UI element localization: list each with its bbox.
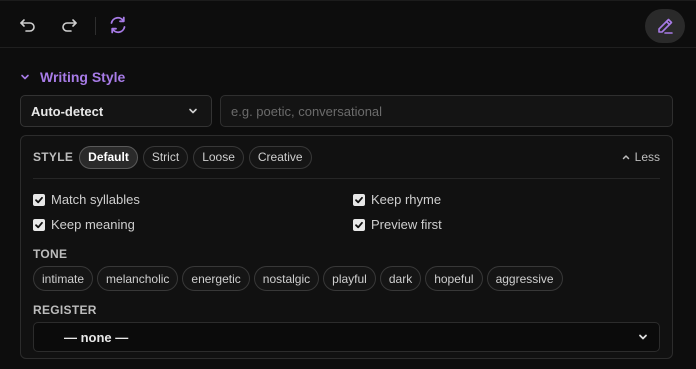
tone-melancholic[interactable]: melancholic <box>97 266 179 291</box>
edit-button[interactable] <box>645 9 685 43</box>
tone-label: TONE <box>33 247 68 261</box>
checkbox-keep-meaning[interactable]: Keep meaning <box>33 217 135 232</box>
register-select[interactable]: — none — <box>33 322 660 352</box>
redo-button[interactable] <box>55 11 83 39</box>
checkbox-checked-icon <box>353 218 365 231</box>
tone-energetic[interactable]: energetic <box>182 266 250 291</box>
checkbox-checked-icon <box>353 193 365 206</box>
style-panel: STYLE Default Strict Loose Creative Less… <box>20 135 673 359</box>
chevron-down-icon <box>21 74 29 80</box>
section-title: Writing Style <box>40 69 126 85</box>
tone-playful[interactable]: playful <box>323 266 376 291</box>
undo-button[interactable] <box>14 11 42 39</box>
register-value: — none — <box>64 329 129 345</box>
style-mode-value: Auto-detect <box>31 103 104 119</box>
chevron-down-icon <box>639 334 647 340</box>
checkbox-label: Match syllables <box>51 192 140 207</box>
refresh-button[interactable] <box>104 11 132 39</box>
chevron-down-icon <box>189 108 197 114</box>
pen-icon <box>658 18 673 34</box>
style-option-loose[interactable]: Loose <box>193 145 244 169</box>
tone-options: intimate melancholic energetic nostalgic… <box>33 266 563 291</box>
toolbar-separator <box>95 17 96 35</box>
checkbox-preview-first[interactable]: Preview first <box>353 217 442 232</box>
style-option-default[interactable]: Default <box>79 145 138 169</box>
divider <box>33 178 660 179</box>
chevron-up-icon <box>622 155 629 160</box>
redo-icon <box>62 19 77 32</box>
tone-hopeful[interactable]: hopeful <box>425 266 483 291</box>
tone-aggressive[interactable]: aggressive <box>486 266 563 291</box>
checkbox-label: Preview first <box>371 217 442 232</box>
checkbox-keep-rhyme[interactable]: Keep rhyme <box>353 192 441 207</box>
refresh-icon <box>110 16 126 34</box>
checkbox-label: Keep meaning <box>51 217 135 232</box>
checkbox-label: Keep rhyme <box>371 192 442 207</box>
tone-nostalgic[interactable]: nostalgic <box>253 266 320 291</box>
checkbox-checked-icon <box>33 193 45 206</box>
style-mode-select[interactable]: Auto-detect <box>20 95 212 127</box>
less-toggle[interactable]: Less <box>621 145 660 169</box>
register-label: REGISTER <box>33 303 97 317</box>
toolbar <box>0 0 696 48</box>
writing-style-toggle[interactable]: Writing Style <box>20 66 125 88</box>
tone-dark[interactable]: dark <box>379 266 422 291</box>
custom-style-input[interactable] <box>220 95 673 127</box>
checkbox-checked-icon <box>33 218 45 231</box>
style-label: STYLE <box>33 150 74 164</box>
undo-icon <box>20 19 35 32</box>
less-label: Less <box>634 150 660 164</box>
style-row: STYLE Default Strict Loose Creative Less <box>33 145 660 169</box>
style-option-creative[interactable]: Creative <box>248 145 312 169</box>
style-option-strict[interactable]: Strict <box>142 145 189 169</box>
tone-intimate[interactable]: intimate <box>33 266 94 291</box>
checkbox-match-syllables[interactable]: Match syllables <box>33 192 140 207</box>
